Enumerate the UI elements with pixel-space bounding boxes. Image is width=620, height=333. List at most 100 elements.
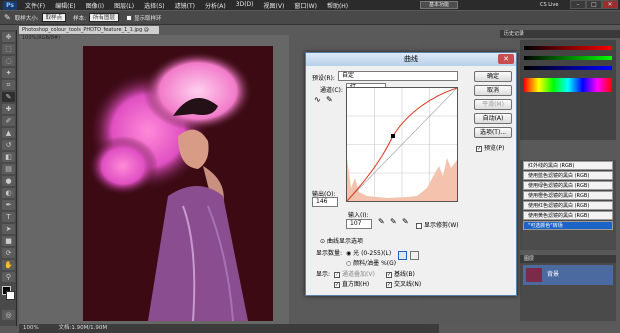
channel-overlays-checkbox[interactable]: ✓ 通道叠加(V) xyxy=(334,269,375,278)
curve-display-options-toggle[interactable]: ⊙ 曲线显示选项 xyxy=(320,236,363,245)
smooth-button[interactable]: 平滑(M) xyxy=(474,99,512,110)
preset-select[interactable]: 自定 xyxy=(338,71,458,81)
healing-tool-icon[interactable]: ✚ xyxy=(2,104,15,114)
eyedropper-icon[interactable]: ✎ xyxy=(4,13,11,22)
show-ring-checkbox[interactable]: 显示取样环 xyxy=(125,14,161,22)
blue-slider[interactable] xyxy=(524,66,612,70)
history-item[interactable]: 使用黄色滤镜的黑白 (RGB) xyxy=(523,211,613,220)
preview-checkbox[interactable]: ✓ 预览(P) xyxy=(476,143,504,152)
curve-pencil-icon[interactable]: ✎ xyxy=(326,95,333,104)
cancel-button[interactable]: 取消 xyxy=(474,85,512,96)
gray-point-eyedropper-icon[interactable]: ✎ xyxy=(390,217,397,226)
color-swatches[interactable] xyxy=(0,286,16,308)
options-button[interactable]: 选项(T)... xyxy=(474,127,512,138)
dialog-close-icon[interactable]: ✕ xyxy=(498,54,514,64)
show-clipping-checkbox[interactable]: 显示修剪(W) xyxy=(416,220,459,229)
eraser-tool-icon[interactable]: ◧ xyxy=(2,152,15,162)
history-panel-tab[interactable]: 历史记录 xyxy=(500,30,620,38)
eyedropper-tool-icon[interactable]: ✎ xyxy=(2,92,15,102)
dodge-tool-icon[interactable]: ◐ xyxy=(2,188,15,198)
light-radio[interactable]: ◉ 光 (0-255)(L) xyxy=(346,248,391,257)
document-tab[interactable]: Photoshop_colour_tools_PHOTO_feature_1_1… xyxy=(19,26,159,41)
type-tool-icon[interactable]: T xyxy=(2,212,15,222)
channel-label: 通道(C): xyxy=(320,87,343,94)
quick-mask-icon[interactable]: ◎ xyxy=(2,310,15,320)
pen-tool-icon[interactable]: ✒ xyxy=(2,200,15,210)
ok-button[interactable]: 确定 xyxy=(474,71,512,82)
white-point-eyedropper-icon[interactable]: ✎ xyxy=(402,217,409,226)
history-item-selected[interactable]: "可选颜色"转场 xyxy=(523,221,613,230)
menu-3d[interactable]: 3D(D) xyxy=(236,1,254,10)
menu-view[interactable]: 视图(V) xyxy=(264,1,285,10)
zoom-level[interactable]: 100% xyxy=(23,325,39,331)
history-brush-icon[interactable]: ↺ xyxy=(2,140,15,150)
sample-label: 样本: xyxy=(73,15,86,22)
brush-tool-icon[interactable]: ✐ xyxy=(2,116,15,126)
blur-tool-icon[interactable]: ● xyxy=(2,176,15,186)
image-canvas[interactable] xyxy=(83,46,273,322)
history-item[interactable]: 使用蓝色滤镜的黑白 (RGB) xyxy=(523,171,613,180)
minimize-button[interactable]: – xyxy=(570,0,586,9)
menu-select[interactable]: 选择(S) xyxy=(144,1,165,10)
layers-panel-tab[interactable]: 图层 xyxy=(520,255,616,263)
green-slider[interactable] xyxy=(524,56,612,60)
zoom-tool-icon[interactable]: ⚲ xyxy=(2,272,15,282)
menu-layer[interactable]: 图层(L) xyxy=(114,1,134,10)
close-button[interactable]: ✕ xyxy=(602,0,618,9)
doc-size: 文档:1.90M/1.90M xyxy=(58,325,108,331)
output-input[interactable]: 146 xyxy=(312,197,338,207)
photoshop-logo: Ps xyxy=(3,0,17,10)
history-item[interactable]: 红外线的黑白 (RGB) xyxy=(523,161,613,170)
red-slider[interactable] xyxy=(524,46,612,50)
marquee-tool-icon[interactable]: ⬚ xyxy=(2,44,15,54)
background-color[interactable] xyxy=(6,291,15,300)
menu-edit[interactable]: 编辑(E) xyxy=(55,1,75,10)
sample-select[interactable]: 所有图层 xyxy=(88,13,119,22)
layer-row[interactable]: 背景 xyxy=(523,265,613,285)
sample-size-select[interactable]: 取样点 xyxy=(41,13,67,22)
menu-file[interactable]: 文件(F) xyxy=(25,1,45,10)
auto-button[interactable]: 自动(A) xyxy=(474,113,512,124)
grid-detailed-icon[interactable] xyxy=(410,251,419,260)
baseline-checkbox[interactable]: ✓ 基线(B) xyxy=(386,269,415,278)
maximize-button[interactable]: □ xyxy=(586,0,602,9)
grid-simple-icon[interactable] xyxy=(398,251,407,260)
menu-window[interactable]: 窗口(W) xyxy=(294,1,317,10)
crop-tool-icon[interactable]: ⌗ xyxy=(2,80,15,90)
menu-help[interactable]: 帮助(H) xyxy=(327,1,348,10)
pigment-radio[interactable]: ○ 颜料/油墨 %(G) xyxy=(346,258,396,267)
move-tool-icon[interactable]: ✥ xyxy=(2,32,15,42)
dialog-title: 曲线 xyxy=(306,53,516,66)
menu-filter[interactable]: 滤镜(T) xyxy=(175,1,195,10)
intersection-checkbox[interactable]: ✓ 交叉线(N) xyxy=(386,279,421,288)
input-input[interactable]: 107 xyxy=(346,219,372,229)
hand-tool-icon[interactable]: ✋ xyxy=(2,260,15,270)
history-item[interactable]: 使用绿色滤镜的黑白 (RGB) xyxy=(523,181,613,190)
history-item[interactable]: 使用红色滤镜的黑白 (RGB) xyxy=(523,201,613,210)
shape-tool-icon[interactable]: ■ xyxy=(2,236,15,246)
history-item[interactable]: 使用橙色滤镜的黑白 (RGB) xyxy=(523,191,613,200)
histogram-checkbox[interactable]: ✓ 直方图(H) xyxy=(334,279,369,288)
sample-size-label: 取样大小: xyxy=(14,15,39,22)
options-bar: ✎ 取样大小: 取样点 样本: 所有图层 显示取样环 xyxy=(0,11,620,25)
lasso-tool-icon[interactable]: ◌ xyxy=(2,56,15,66)
cs-live-button[interactable]: CS Live xyxy=(540,0,558,10)
menu-analysis[interactable]: 分析(A) xyxy=(205,1,226,10)
curve-point-tool-icon[interactable]: ∿ xyxy=(314,95,321,104)
workspace-switcher[interactable]: 基本功能 xyxy=(420,1,458,9)
path-select-icon[interactable]: ➤ xyxy=(2,224,15,234)
curves-graph[interactable] xyxy=(346,87,458,202)
quick-select-tool-icon[interactable]: ✦ xyxy=(2,68,15,78)
layer-thumbnail xyxy=(526,268,542,282)
3d-rotate-icon[interactable]: ⟳ xyxy=(2,248,15,258)
stamp-tool-icon[interactable]: ▲ xyxy=(2,128,15,138)
photo-woman-pink-powder xyxy=(88,51,253,322)
menu-image[interactable]: 图像(I) xyxy=(86,1,104,10)
black-point-eyedropper-icon[interactable]: ✎ xyxy=(378,217,385,226)
curve-plot[interactable] xyxy=(346,87,458,202)
curve-control-point[interactable] xyxy=(391,134,395,138)
show-label: 显示: xyxy=(316,271,331,278)
layer-name: 背景 xyxy=(547,271,560,278)
gradient-tool-icon[interactable]: ▤ xyxy=(2,164,15,174)
color-ramp[interactable] xyxy=(524,78,612,92)
